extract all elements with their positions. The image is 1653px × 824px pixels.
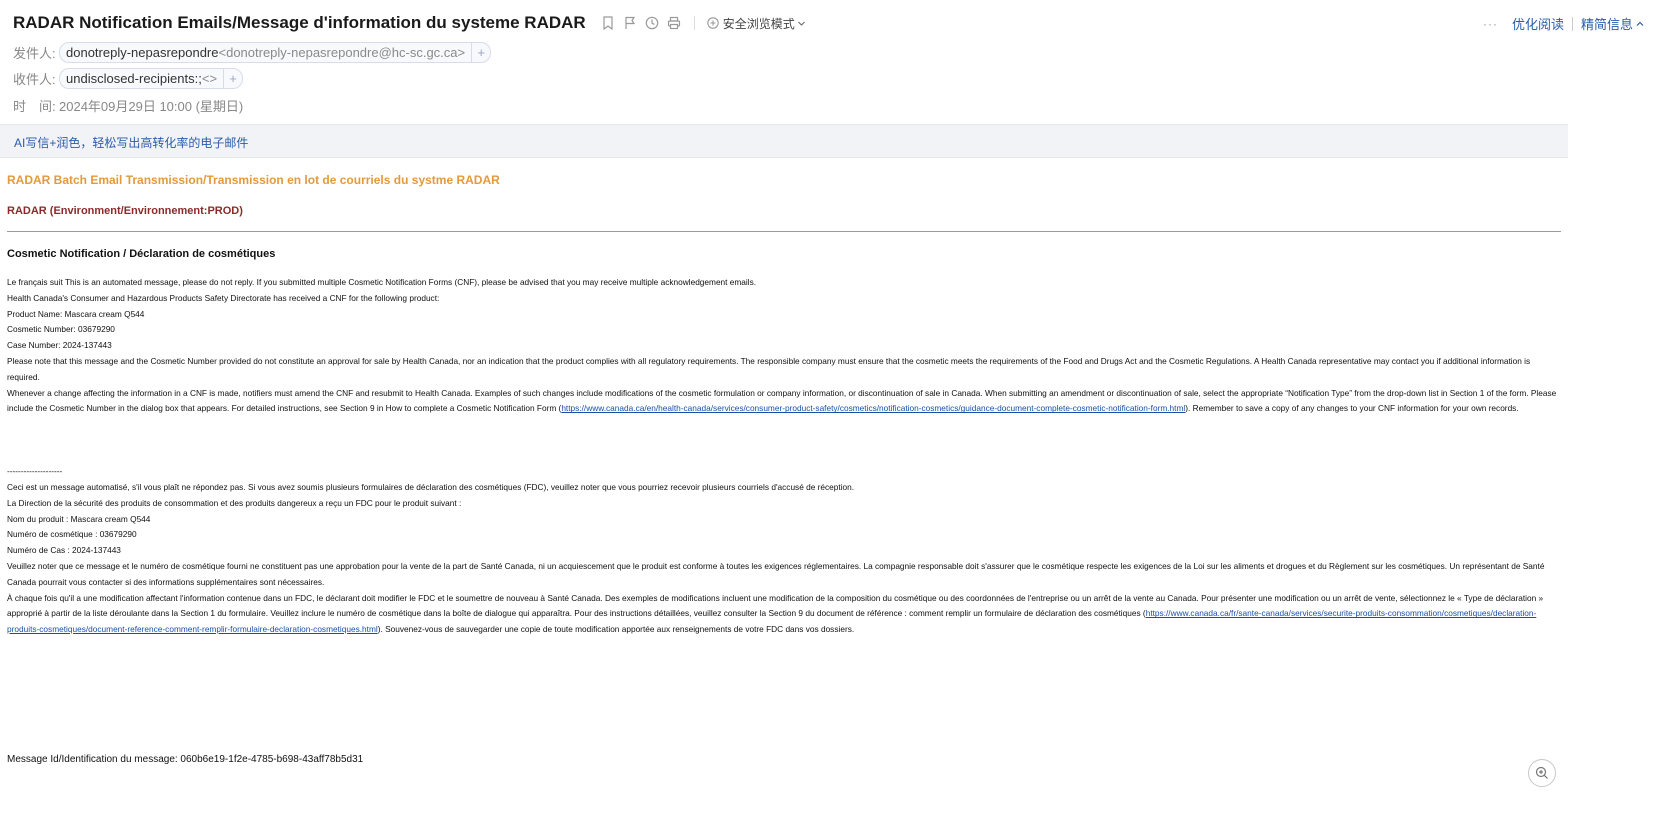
- chevron-down-icon: [797, 21, 805, 26]
- zoom-in-icon: [1535, 766, 1548, 779]
- sender-name: donotreply-nepasrepondre: [66, 45, 219, 60]
- to-row: 收件人: undisclosed-recipients:; <> +: [13, 68, 244, 89]
- sender-address: <donotreply-nepasrepondre@hc-sc.gc.ca>: [218, 45, 466, 60]
- en-guidance-link[interactable]: https://www.canada.ca/en/health-canada/s…: [561, 403, 1185, 413]
- recipient-name: undisclosed-recipients:;: [66, 71, 202, 86]
- ai-promo-bar: AI写信+润色，轻松写出高转化率的电子邮件: [0, 124, 1568, 158]
- en-change-instructions: Whenever a change affecting the informat…: [7, 387, 1557, 414]
- fr-cosmetic-number: Numéro de cosmétique : 03679290: [7, 529, 137, 540]
- more-options-button[interactable]: ···: [1483, 17, 1498, 31]
- actions-divider: [1571, 16, 1573, 31]
- title-row: RADAR Notification Emails/Message d'info…: [13, 11, 810, 35]
- batch-heading: RADAR Batch Email Transmission/Transmiss…: [7, 173, 500, 187]
- from-label: 发件人:: [13, 46, 56, 61]
- brief-info-link[interactable]: 精简信息: [1581, 14, 1633, 33]
- add-contact-button[interactable]: +: [471, 43, 490, 62]
- message-id: Message Id/Identification du message: 06…: [7, 754, 364, 765]
- header-actions: ··· 优化阅读 精简信息: [1483, 14, 1645, 33]
- sender-chip[interactable]: donotreply-nepasrepondre <donotreply-nepa…: [59, 42, 492, 63]
- french-section: Ceci est un message automatisé, s'il vou…: [7, 480, 1561, 638]
- fr-intro: Ceci est un message automatisé, s'il vou…: [7, 482, 855, 492]
- zoom-button[interactable]: [1528, 759, 1556, 787]
- email-subject: RADAR Notification Emails/Message d'info…: [13, 13, 586, 32]
- recipient-chip[interactable]: undisclosed-recipients:; <> +: [59, 68, 244, 89]
- en-intro: Le français suit This is an automated me…: [7, 277, 757, 287]
- fr-change-instructions: À chaque fois qu'il a une modification a…: [7, 592, 1544, 635]
- divider-text: --------------------: [7, 466, 63, 476]
- time-row: 时 间: 2024年09月29日 10:00 (星期日): [13, 96, 243, 115]
- subject-toolbar: 安全浏览模式: [600, 15, 810, 32]
- en-received: Health Canada's Consumer and Hazardous P…: [7, 292, 440, 303]
- english-section: Le français suit This is an automated me…: [7, 275, 1561, 417]
- fr-case-number: Numéro de Cas : 2024-137443: [7, 545, 121, 556]
- clock-icon[interactable]: [644, 15, 660, 31]
- fr-received: La Direction de la sécurité des produits…: [7, 497, 462, 508]
- safe-mode-toggle[interactable]: 安全浏览模式: [706, 15, 810, 32]
- time-label: 时 间:: [13, 99, 56, 114]
- optimize-read-link[interactable]: 优化阅读: [1512, 14, 1564, 33]
- sent-time: 2024年09月29日 10:00 (星期日): [59, 99, 244, 114]
- section-heading: Cosmetic Notification / Déclaration de c…: [7, 248, 276, 260]
- bookmark-icon[interactable]: [600, 15, 616, 31]
- ai-write-link[interactable]: AI写信+润色，轻松写出高转化率的电子邮件: [14, 134, 248, 151]
- en-cosmetic-number: Cosmetic Number: 03679290: [7, 324, 115, 335]
- toolbar-divider: [693, 16, 695, 30]
- en-case-number: Case Number: 2024-137443: [7, 340, 112, 351]
- add-recipient-button[interactable]: +: [223, 69, 242, 88]
- environment-heading: RADAR (Environment/Environnement:PROD): [7, 205, 243, 217]
- recipient-address: <>: [201, 71, 218, 86]
- en-note: Please note that this message and the Co…: [7, 355, 1531, 382]
- from-row: 发件人: donotreply-nepasrepondre <donotreply…: [13, 42, 492, 63]
- divider-line: [7, 231, 1561, 232]
- safe-mode-label: 安全浏览模式: [722, 16, 795, 31]
- to-label: 收件人:: [13, 72, 56, 87]
- shield-plus-icon: [706, 17, 719, 29]
- fr-product-name: Nom du produit : Mascara cream Q544: [7, 513, 151, 524]
- flag-icon[interactable]: [622, 15, 638, 31]
- en-product-name: Product Name: Mascara cream Q544: [7, 308, 145, 319]
- fr-note: Veuillez noter que ce message et le numé…: [7, 560, 1545, 587]
- chevron-up-icon[interactable]: [1635, 19, 1645, 29]
- email-header: RADAR Notification Emails/Message d'info…: [0, 0, 1653, 131]
- print-icon[interactable]: [666, 15, 682, 31]
